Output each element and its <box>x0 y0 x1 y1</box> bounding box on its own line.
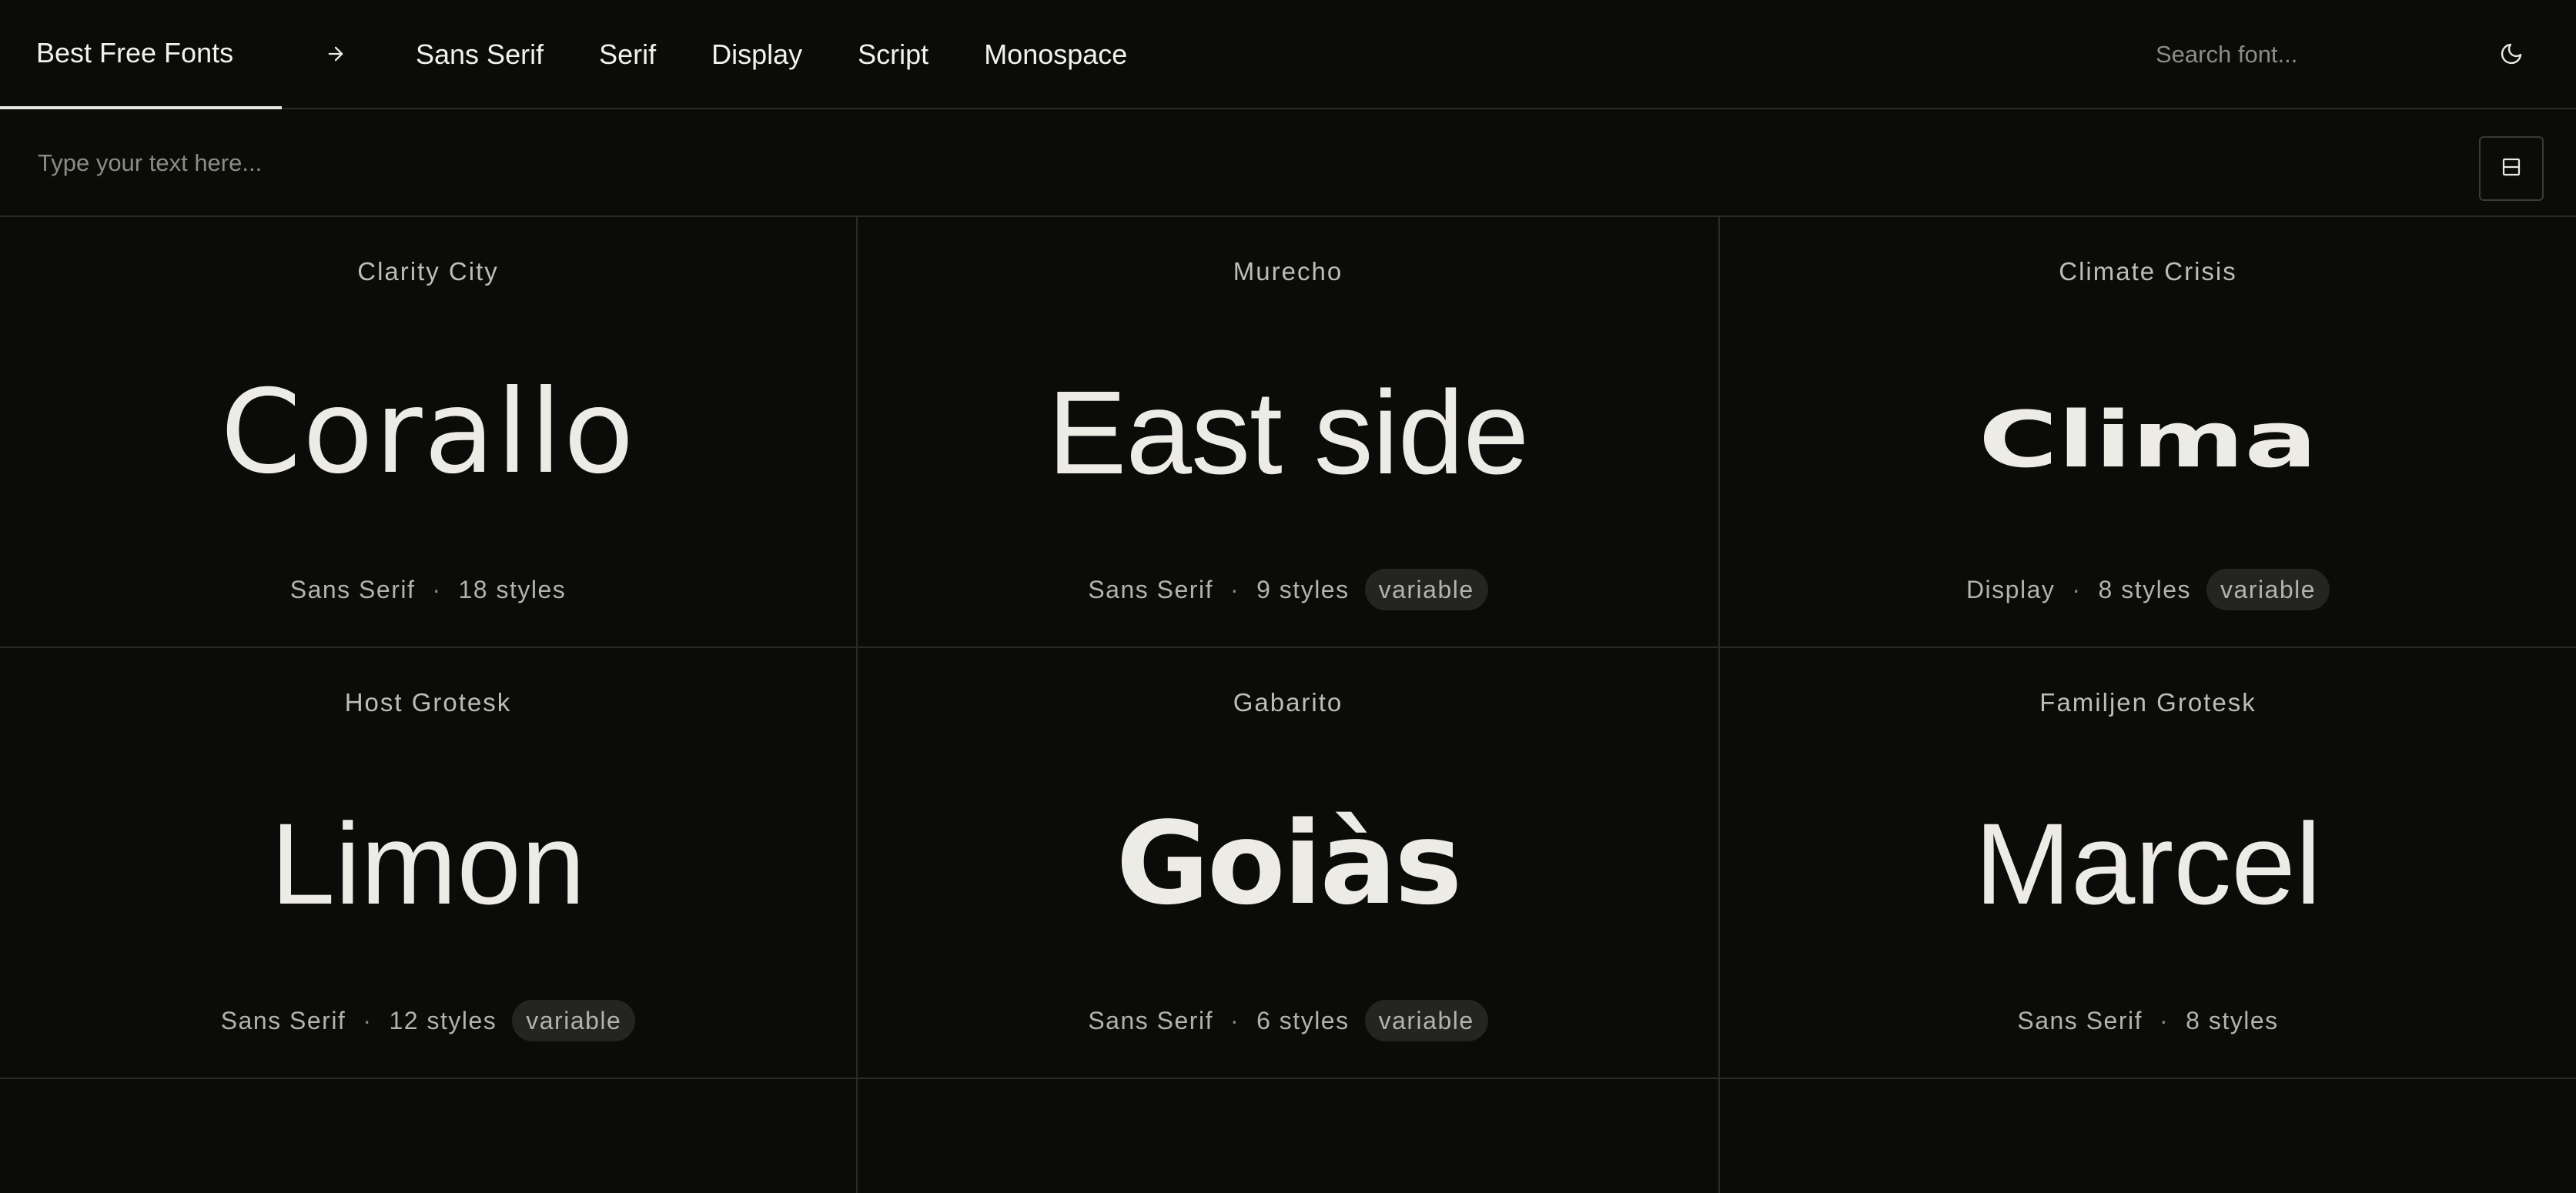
variable-badge: variable <box>1364 1000 1488 1041</box>
variable-badge: variable <box>512 1000 636 1041</box>
arrow-right-icon[interactable] <box>317 35 354 72</box>
layout-toggle-button[interactable] <box>2479 136 2544 201</box>
font-card-placeholder[interactable] <box>0 1079 858 1193</box>
font-sample: Corallo <box>220 366 636 500</box>
font-sample: East side <box>1047 366 1529 499</box>
font-card-gabarito[interactable]: Gabarito Goiàs Sans Serif · 6 styles var… <box>858 648 1720 1079</box>
top-nav: Best Free Fonts Sans Serif Serif Display… <box>0 0 2576 109</box>
font-grid: Clarity City Corallo Sans Serif · 18 sty… <box>0 217 2576 1193</box>
meta-separator: · <box>1229 575 1240 603</box>
font-card-placeholder[interactable] <box>1720 1079 2576 1193</box>
search-input[interactable] <box>2154 34 2400 75</box>
font-meta: Sans Serif · 12 styles variable <box>0 999 856 1042</box>
font-meta: Display · 8 styles variable <box>1720 568 2576 611</box>
font-sample: Marcel <box>1974 799 2322 928</box>
font-sample: Goiàs <box>1116 797 1463 930</box>
font-category: Sans Serif <box>2017 1006 2143 1034</box>
meta-separator: · <box>363 1006 373 1034</box>
meta-separator: · <box>2159 1006 2170 1034</box>
font-styles-count: 9 styles <box>1256 575 1350 603</box>
font-card-murecho[interactable]: Murecho East side Sans Serif · 9 styles … <box>858 217 1720 648</box>
font-card-placeholder[interactable] <box>858 1079 1720 1193</box>
nav-link-display[interactable]: Display <box>711 38 802 71</box>
font-styles-count: 18 styles <box>458 575 567 603</box>
meta-separator: · <box>1229 1006 1240 1034</box>
meta-separator: · <box>432 575 442 603</box>
font-card-host-grotesk[interactable]: Host Grotesk Limon Sans Serif · 12 style… <box>0 648 858 1079</box>
font-name: Climate Crisis <box>2059 257 2237 286</box>
category-nav: Sans Serif Serif Display Script Monospac… <box>416 0 1183 109</box>
font-sample: Limon <box>270 799 586 928</box>
layout-rows-icon <box>2500 155 2523 182</box>
variable-badge: variable <box>2206 569 2330 610</box>
font-card-familjen-grotesk[interactable]: Familjen Grotesk Marcel Sans Serif · 8 s… <box>1720 648 2576 1079</box>
moon-icon[interactable] <box>2493 35 2530 72</box>
font-meta: Sans Serif · 6 styles variable <box>858 999 1718 1042</box>
font-card-climate-crisis[interactable]: Climate Crisis Clima Display · 8 styles … <box>1720 217 2576 648</box>
preview-text-bar <box>0 109 2576 217</box>
font-meta: Sans Serif · 9 styles variable <box>858 568 1718 611</box>
font-category: Display <box>1965 575 2056 603</box>
font-category: Sans Serif <box>1088 575 1213 603</box>
font-name: Gabarito <box>1233 688 1343 717</box>
nav-link-monospace[interactable]: Monospace <box>984 38 1127 71</box>
brand-label: Best Free Fonts <box>36 37 234 69</box>
clima-sample-text: Clima <box>1979 396 2317 473</box>
nav-link-script[interactable]: Script <box>858 38 928 71</box>
font-sample-graphic: Clima <box>1720 363 2576 502</box>
nav-link-serif[interactable]: Serif <box>599 38 656 71</box>
nav-link-sans-serif[interactable]: Sans Serif <box>416 38 544 71</box>
font-card-clarity-city[interactable]: Clarity City Corallo Sans Serif · 18 sty… <box>0 217 858 648</box>
meta-separator: · <box>2072 575 2082 603</box>
font-category: Sans Serif <box>220 1006 346 1034</box>
font-styles-count: 12 styles <box>389 1006 497 1034</box>
font-meta: Sans Serif · 8 styles <box>1720 999 2576 1042</box>
font-name: Host Grotesk <box>344 688 512 717</box>
font-name: Murecho <box>1233 257 1343 286</box>
preview-text-input[interactable] <box>36 142 2192 185</box>
font-name: Familjen Grotesk <box>2039 688 2257 717</box>
variable-badge: variable <box>1364 569 1488 610</box>
font-name: Clarity City <box>357 257 499 286</box>
font-category: Sans Serif <box>1088 1006 1213 1034</box>
font-styles-count: 8 styles <box>2186 1006 2279 1034</box>
font-styles-count: 6 styles <box>1256 1006 1350 1034</box>
clima-wordmark: Clima <box>1979 396 2317 473</box>
font-styles-count: 8 styles <box>2098 575 2191 603</box>
brand-tab[interactable]: Best Free Fonts <box>0 0 282 109</box>
font-category: Sans Serif <box>289 575 416 603</box>
font-meta: Sans Serif · 18 styles <box>0 568 856 611</box>
